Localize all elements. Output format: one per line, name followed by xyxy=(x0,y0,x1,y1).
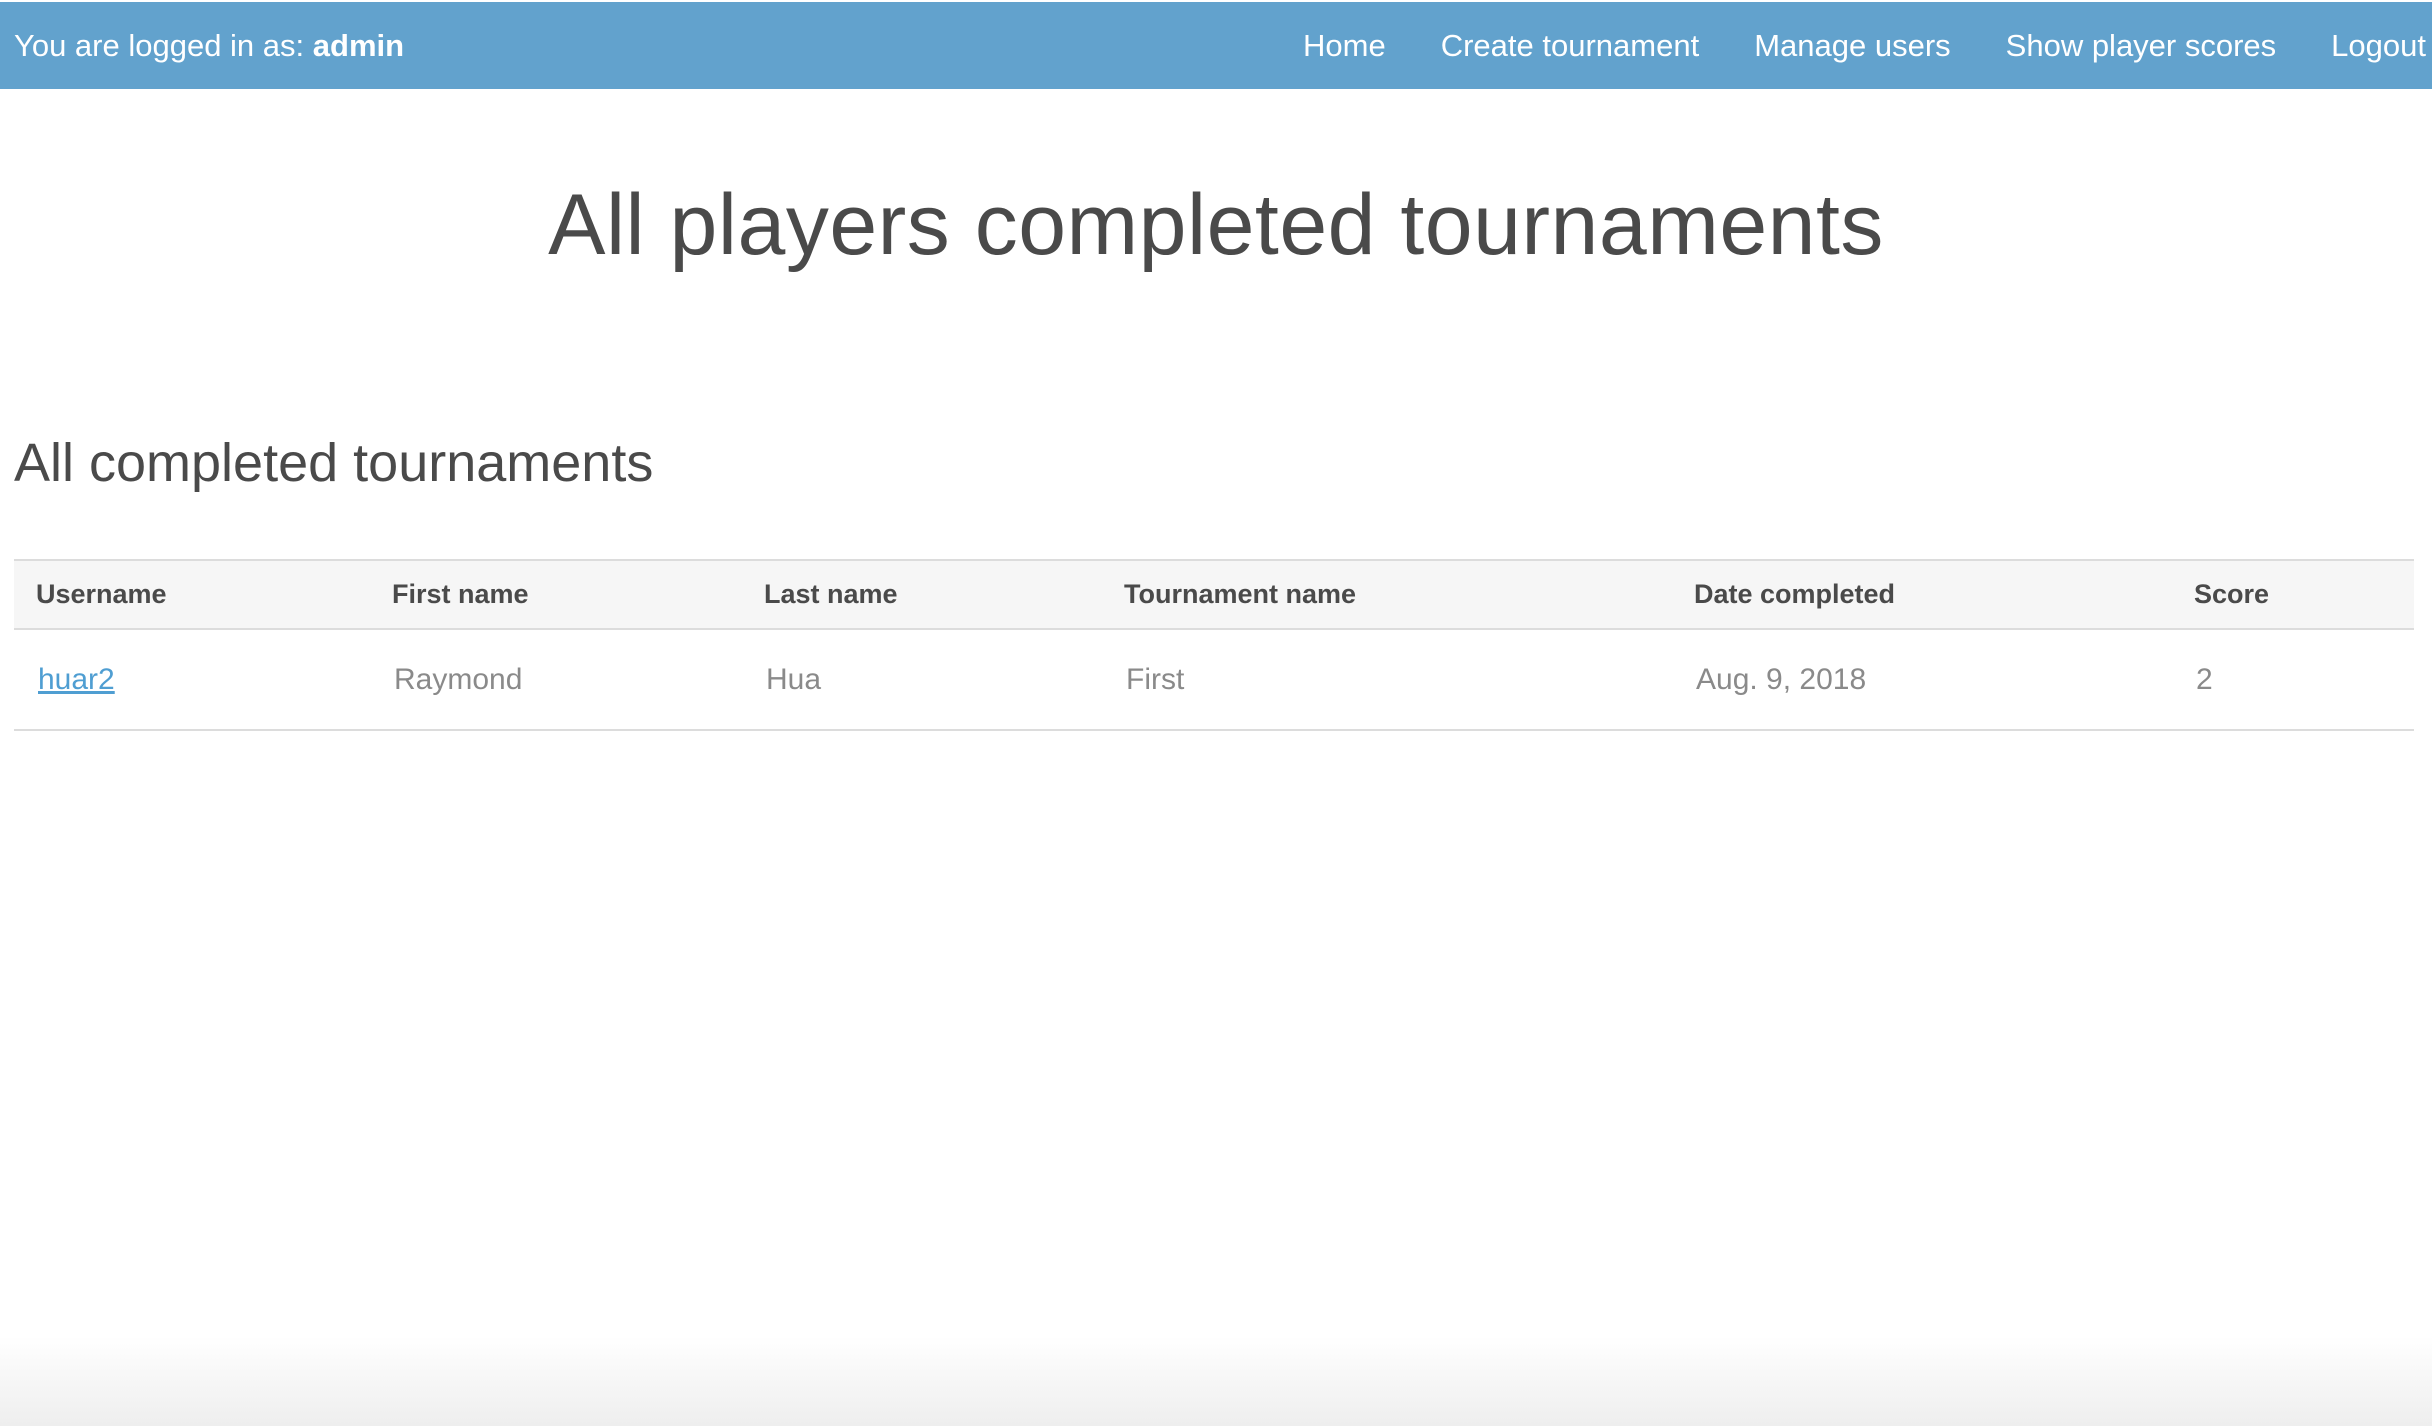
section-title: All completed tournaments xyxy=(14,433,654,493)
main-nav: Home Create tournament Manage users Show… xyxy=(1248,2,2432,89)
column-header-score: Score xyxy=(2194,579,2270,609)
cell-first-name: Raymond xyxy=(394,662,523,696)
page-title: All players completed tournaments xyxy=(548,177,1884,273)
table-body: huar2 Raymond Hua First Aug. 9, 2018 2 xyxy=(14,629,2414,730)
table-header: Username First name Last name Tournament… xyxy=(14,560,2414,629)
table-header-row: Username First name Last name Tournament… xyxy=(14,560,2414,629)
username-link[interactable]: huar2 xyxy=(38,663,115,696)
cell-username: huar2 xyxy=(14,629,370,730)
column-header-first-name: First name xyxy=(392,579,529,609)
completed-tournaments-table-container: Username First name Last name Tournament… xyxy=(14,559,2414,731)
cell-tournament-name: First xyxy=(1126,662,1185,696)
column-header-last-name: Last name xyxy=(764,579,898,609)
cell-score: 2 xyxy=(2196,662,2213,696)
nav-manage-users-link[interactable]: Manage users xyxy=(1754,28,1950,64)
cell-date-completed: Aug. 9, 2018 xyxy=(1696,662,1867,696)
cell-last-name: Hua xyxy=(766,662,822,696)
top-navbar: You are logged in as: admin Home Create … xyxy=(0,2,2432,89)
table-row: huar2 Raymond Hua First Aug. 9, 2018 2 xyxy=(14,629,2414,730)
nav-logout-link[interactable]: Logout xyxy=(2331,28,2426,64)
bottom-shadow xyxy=(0,1336,2432,1426)
login-status: You are logged in as: admin xyxy=(14,2,404,89)
column-header-username: Username xyxy=(36,579,167,609)
nav-create-tournament-link[interactable]: Create tournament xyxy=(1441,28,1699,64)
column-header-date-completed: Date completed xyxy=(1694,579,1896,609)
nav-home-link[interactable]: Home xyxy=(1303,28,1386,64)
login-prefix: You are logged in as: xyxy=(14,28,305,63)
completed-tournaments-table: Username First name Last name Tournament… xyxy=(14,559,2414,731)
nav-show-player-scores-link[interactable]: Show player scores xyxy=(2006,28,2277,64)
column-header-tournament-name: Tournament name xyxy=(1124,579,1357,609)
logged-in-username: admin xyxy=(312,28,405,63)
